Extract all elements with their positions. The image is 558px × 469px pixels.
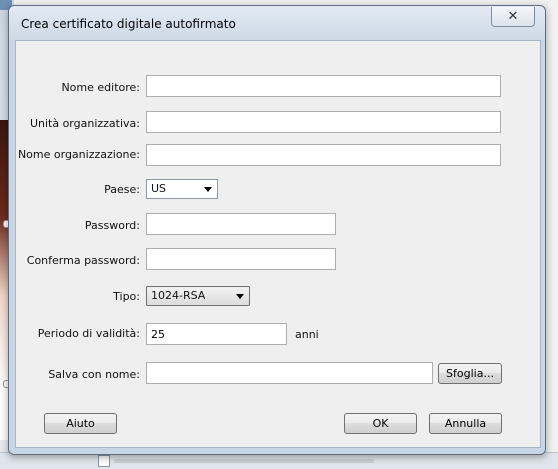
org-name-label: Nome organizzazione: [17, 148, 140, 161]
validity-label: Periodo di validità: [37, 327, 140, 340]
save-as-label: Salva con nome: [48, 368, 140, 381]
cancel-button[interactable]: Annulla [429, 413, 502, 434]
type-label: Tipo: [113, 290, 140, 303]
background-text [114, 459, 374, 463]
publisher-input[interactable] [146, 75, 501, 97]
dialog-client-area [15, 40, 541, 448]
validity-input[interactable] [146, 323, 287, 345]
country-select[interactable]: US [146, 179, 218, 199]
browse-button[interactable]: Sfoglia... [438, 363, 502, 384]
org-name-input[interactable] [146, 144, 501, 166]
chevron-down-icon [236, 294, 244, 299]
publisher-label: Nome editore: [61, 81, 140, 94]
ok-button[interactable]: OK [344, 413, 417, 434]
background-checkbox [98, 455, 110, 467]
password-label: Password: [84, 219, 140, 232]
password-input[interactable] [146, 213, 336, 235]
help-button[interactable]: Aiuto [44, 413, 117, 434]
country-value: US [151, 182, 167, 195]
validity-unit: anni [295, 328, 319, 341]
close-icon: ✕ [507, 9, 519, 24]
country-label: Paese: [104, 183, 140, 196]
org-unit-label: Unità organizzativa: [29, 117, 140, 130]
confirm-password-input[interactable] [146, 248, 336, 270]
confirm-password-label: Conferma password: [26, 254, 140, 267]
chevron-down-icon [204, 187, 212, 192]
save-as-input[interactable] [146, 362, 433, 384]
org-unit-input[interactable] [146, 111, 501, 133]
type-value: 1024-RSA [151, 289, 206, 302]
dialog-titlebar: Crea certificato digitale autofirmato ✕ [9, 6, 545, 40]
type-select[interactable]: 1024-RSA [146, 286, 250, 306]
close-button[interactable]: ✕ [491, 7, 535, 27]
dialog-title: Crea certificato digitale autofirmato [21, 17, 236, 31]
